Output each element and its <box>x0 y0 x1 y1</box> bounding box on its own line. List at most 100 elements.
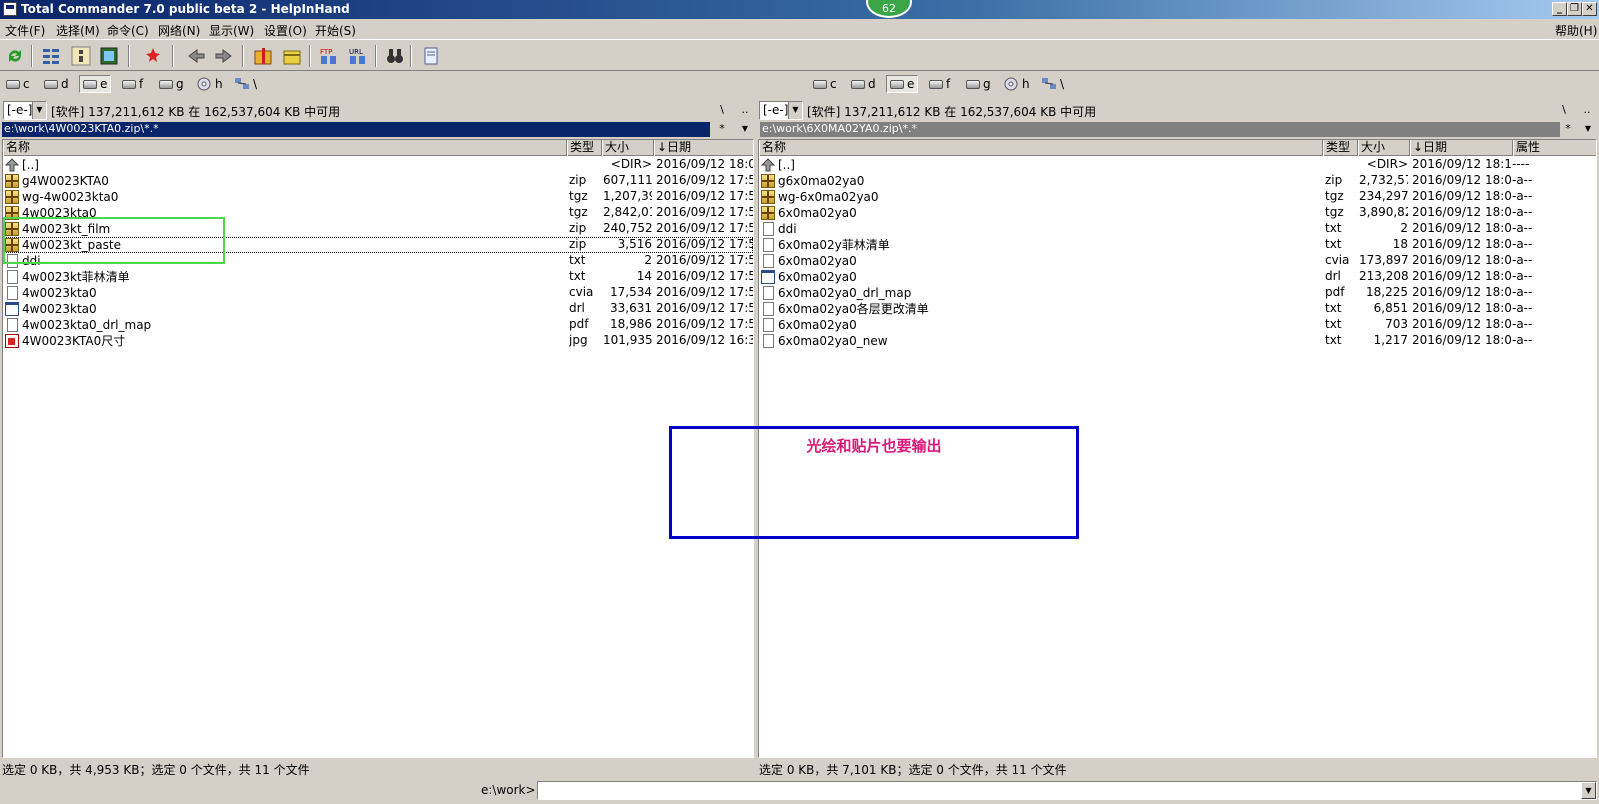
drive-f-button[interactable]: f <box>926 75 953 93</box>
file-row[interactable]: 6x0ma02ya0各层更改清单 txt 6,851 2016/09/12 18:02… <box>759 301 1596 317</box>
notepad-icon[interactable] <box>420 45 442 67</box>
unpack-icon[interactable] <box>281 45 303 67</box>
left-drive-select[interactable]: [-e-] ▼ <box>3 101 47 120</box>
file-row[interactable]: 6x0ma02ya0 txt 703 2016/09/12 18:02 -a-- <box>759 317 1596 333</box>
file-name-text: 6x0ma02y菲林清单 <box>778 237 890 252</box>
col-type[interactable]: 类型 <box>1323 140 1358 156</box>
right-path[interactable]: e:\work\6X0MA02YA0.zip\*.* <box>760 122 1560 137</box>
file-row[interactable]: wg-6x0ma02ya0 tgz 234,297 2016/09/12 18:06-… <box>759 189 1596 205</box>
menu-start[interactable]: 开始(S) <box>315 22 356 39</box>
drive-e-button[interactable]: e <box>886 75 919 93</box>
thumbnail-view-icon[interactable] <box>98 45 120 67</box>
right-drive-bar: c d e f g h \ <box>810 73 1570 95</box>
restore-button[interactable]: ❐ <box>1567 2 1582 16</box>
back-arrow-icon[interactable] <box>185 45 207 67</box>
drive-g-button[interactable]: g <box>963 75 994 93</box>
file-row[interactable]: 4w0023kta0 cvia 17,534 2016/09/12 17:5 <box>3 285 753 301</box>
file-row[interactable]: 6x0ma02ya0 tgz 3,890,825 2016/09/12 18:05-a… <box>759 205 1596 221</box>
file-row[interactable]: 6x0ma02y菲林清单 txt 18 2016/09/12 18:04 -a-- <box>759 237 1596 253</box>
drive-c-button[interactable]: c <box>810 75 840 93</box>
file-row[interactable]: 4W0023KTA0尺寸 jpg 101,935 2016/09/12 16:3 <box>3 333 753 349</box>
file-size: 1,207,392 <box>603 189 652 203</box>
file-type: txt <box>1325 221 1342 235</box>
col-size[interactable]: 大小 <box>1358 140 1410 156</box>
full-view-icon[interactable] <box>70 45 92 67</box>
file-row[interactable]: 6x0ma02ya0_new txt 1,217 2016/09/12 18:02 -a… <box>759 333 1596 349</box>
file-row[interactable]: 4w0023kta0 drl 33,631 2016/09/12 17:5 <box>3 301 753 317</box>
minimize-button[interactable]: _ <box>1552 2 1567 16</box>
file-name: 6x0ma02ya0 <box>759 269 1319 285</box>
close-button[interactable]: ✕ <box>1582 2 1597 16</box>
file-name-text: 6x0ma02ya0各层更改清单 <box>778 301 929 316</box>
menu-network[interactable]: 网络(N) <box>158 22 200 39</box>
file-row[interactable]: 6x0ma02ya0_drl_map pdf 18,225 2016/09/12 18… <box>759 285 1596 301</box>
right-up-button[interactable]: .. <box>1578 101 1596 120</box>
left-path[interactable]: e:\work\4W0023KTA0.zip\*.* <box>2 122 710 137</box>
file-name: g6x0ma02ya0 <box>759 173 1319 189</box>
file-row[interactable]: 4w0023kta0_drl_map pdf 18,986 2016/09/12 17… <box>3 317 753 333</box>
drive-c-button[interactable]: c <box>3 75 33 93</box>
command-line-input[interactable] <box>537 781 1597 800</box>
drive-h-button[interactable]: h <box>193 75 226 93</box>
file-row[interactable]: [..] <DIR> 2016/09/12 18:11 ---- <box>759 157 1596 173</box>
pack-icon[interactable] <box>252 45 274 67</box>
file-row[interactable]: wg-4w0023kta0 tgz 1,207,392 2016/09/12 17:5 <box>3 189 753 205</box>
right-history-dropdown[interactable]: ▼ <box>1579 121 1597 137</box>
drive-g-button[interactable]: g <box>156 75 187 93</box>
menu-commands[interactable]: 命令(C) <box>107 22 149 39</box>
col-date[interactable]: ↓日期 <box>654 140 753 156</box>
archive-icon <box>5 190 19 204</box>
file-row[interactable]: g6x0ma02ya0 zip 2,732,572 2016/09/12 18:06-… <box>759 173 1596 189</box>
file-row[interactable]: g4W0023KTA0 zip 607,111 2016/09/12 17:5 <box>3 173 753 189</box>
menu-file[interactable]: 文件(F) <box>5 22 45 39</box>
counter-badge[interactable]: 62 <box>866 0 912 18</box>
file-name-text: 4w0023kta0 <box>22 301 97 316</box>
file-row[interactable]: 6x0ma02ya0 cvia 173,897 2016/09/12 18:03 -a-… <box>759 253 1596 269</box>
col-name[interactable]: 名称 <box>759 140 1323 156</box>
file-name-text: 4w0023kta0_drl_map <box>22 317 152 332</box>
file-row[interactable]: 4w0023kt菲林清单 txt 14 2016/09/12 17:5 <box>3 269 753 285</box>
left-filter-star[interactable]: * <box>713 121 731 137</box>
menu-help[interactable]: 帮助(H) <box>1555 22 1597 39</box>
file-row[interactable]: ddi txt 2 2016/09/12 18:04 -a-- <box>759 221 1596 237</box>
left-up-button[interactable]: .. <box>736 101 754 120</box>
menu-view[interactable]: 显示(W) <box>209 22 254 39</box>
document-icon <box>763 302 774 316</box>
right-root-button[interactable]: \ <box>1555 101 1573 120</box>
brief-view-icon[interactable] <box>40 45 62 67</box>
right-filter-star[interactable]: * <box>1559 121 1577 137</box>
binoculars-icon[interactable] <box>384 45 406 67</box>
file-row[interactable]: 6x0ma02ya0 drl 213,208 2016/09/12 18:03 -a-- <box>759 269 1596 285</box>
file-row[interactable]: [..] <DIR> 2016/09/12 18:0 <box>3 157 753 173</box>
left-history-dropdown[interactable]: ▼ <box>736 121 754 137</box>
chevron-down-icon[interactable]: ▼ <box>1581 782 1596 799</box>
file-size: 607,111 <box>603 173 652 187</box>
drive-d-button[interactable]: d <box>848 75 879 93</box>
refresh-icon[interactable] <box>4 45 26 67</box>
network-drive-button[interactable]: \ <box>1038 75 1067 93</box>
col-type[interactable]: 类型 <box>567 140 602 156</box>
disk-icon <box>159 79 173 89</box>
file-date: 2016/09/12 17:5 <box>656 205 753 219</box>
col-size[interactable]: 大小 <box>602 140 654 156</box>
left-root-button[interactable]: \ <box>713 101 731 120</box>
drive-h-button[interactable]: h <box>1000 75 1033 93</box>
drive-f-button[interactable]: f <box>119 75 146 93</box>
drive-e-button[interactable]: e <box>79 75 112 93</box>
app-icon[interactable] <box>3 2 17 16</box>
file-name: g4W0023KTA0 <box>3 173 563 189</box>
network-drive-button[interactable]: \ <box>231 75 260 93</box>
file-name: 4w0023kta0_drl_map <box>3 317 563 333</box>
col-date[interactable]: ↓日期 <box>1410 140 1513 156</box>
right-drive-select[interactable]: [-e-] ▼ <box>759 101 803 120</box>
invert-selection-icon[interactable] <box>142 45 164 67</box>
menu-select[interactable]: 选择(M) <box>56 22 100 39</box>
drive-d-button[interactable]: d <box>41 75 72 93</box>
col-attributes[interactable]: 属性 <box>1513 140 1596 156</box>
menu-settings[interactable]: 设置(O) <box>264 22 307 39</box>
file-size: 240,752 <box>603 221 652 235</box>
url-icon[interactable]: URL <box>347 45 369 67</box>
ftp-icon[interactable]: FTP <box>318 45 340 67</box>
col-name[interactable]: 名称 <box>3 140 567 156</box>
forward-arrow-icon[interactable] <box>213 45 235 67</box>
